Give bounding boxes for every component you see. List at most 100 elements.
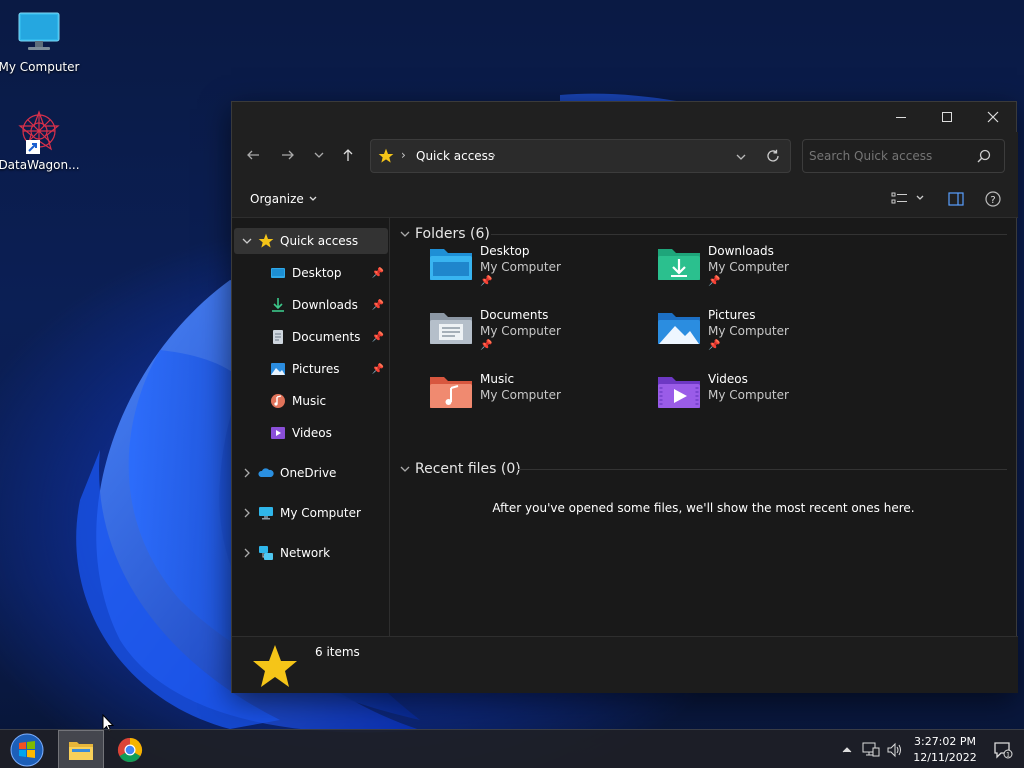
title-bar[interactable] (232, 102, 1016, 132)
chevron-right-icon (244, 508, 250, 518)
maximize-button[interactable] (924, 102, 970, 132)
breadcrumb-chevron-icon[interactable]: › (491, 148, 496, 162)
sidebar-item-quick-access[interactable]: Quick access (234, 228, 388, 254)
music-folder-icon (430, 377, 472, 408)
videos-folder-icon (658, 377, 700, 408)
folder-tile-documents[interactable]: Documents My Computer 📌 (429, 308, 649, 368)
pin-icon[interactable]: 📌 (372, 300, 384, 311)
folder-name: Downloads (708, 244, 774, 258)
recent-locations-button[interactable] (306, 142, 332, 168)
address-dropdown-icon[interactable] (735, 151, 747, 163)
sidebar-item-label: OneDrive (280, 466, 337, 480)
breadcrumb-quick-access[interactable]: Quick access (416, 149, 494, 163)
clock[interactable]: 3:27:02 PM 12/11/2022 (910, 730, 980, 768)
address-bar[interactable]: › Quick access › (370, 139, 791, 173)
search-icon[interactable] (977, 149, 991, 163)
pin-icon[interactable]: 📌 (372, 268, 384, 279)
close-button[interactable] (970, 102, 1016, 132)
search-box[interactable] (802, 139, 1005, 173)
svg-text:1: 1 (1006, 751, 1010, 758)
recent-files-group-header[interactable]: Recent files (0) (399, 459, 521, 479)
up-button[interactable] (335, 142, 361, 168)
sidebar-item-label: Quick access (280, 234, 359, 248)
folder-tile-videos[interactable]: Videos My Computer (657, 372, 877, 432)
folder-tile-downloads[interactable]: Downloads My Computer 📌 (657, 244, 877, 304)
forward-button[interactable] (275, 142, 301, 168)
network-icon (259, 546, 273, 560)
star-icon (258, 233, 274, 248)
chevron-right-icon (244, 468, 250, 478)
sidebar-item-videos[interactable]: Videos (234, 420, 388, 446)
folders-group-header[interactable]: Folders (6) (399, 224, 490, 244)
folder-name: Desktop (480, 244, 530, 258)
video-icon (271, 427, 285, 439)
chevron-down-icon (916, 195, 924, 200)
pin-icon: 📌 (480, 340, 493, 351)
arrow-right-icon (282, 150, 294, 160)
folder-location: My Computer (480, 324, 561, 338)
taskbar-chrome[interactable] (108, 730, 152, 768)
navigation-bar: › Quick access › (232, 132, 1018, 180)
sidebar-item-my-computer[interactable]: My Computer (234, 500, 388, 526)
folder-location: My Computer (708, 388, 789, 402)
pictures-folder-icon (658, 313, 700, 344)
sidebar-item-label: Documents (292, 330, 361, 344)
section-divider (491, 234, 1007, 235)
music-icon (271, 394, 285, 408)
back-button[interactable] (240, 142, 266, 168)
details-view-icon (891, 192, 907, 204)
documents-folder-icon (430, 313, 472, 344)
minimize-button[interactable] (878, 102, 924, 132)
section-divider (517, 469, 1007, 470)
folder-name: Pictures (708, 308, 756, 322)
network-tray-button[interactable] (860, 730, 882, 768)
folder-location: My Computer (480, 260, 561, 274)
volume-tray-button[interactable] (884, 730, 906, 768)
pin-icon: 📌 (708, 276, 721, 287)
folder-tile-pictures[interactable]: Pictures My Computer 📌 (657, 308, 877, 368)
pin-icon[interactable]: 📌 (372, 332, 384, 343)
picture-icon (271, 363, 285, 375)
sidebar-item-downloads[interactable]: Downloads 📌 (234, 292, 388, 318)
organize-menu[interactable]: Organize (250, 192, 318, 206)
navigation-pane: Quick access Desktop 📌 Downloads 📌 Docum… (232, 218, 390, 636)
chevron-down-icon (309, 196, 317, 201)
taskbar: 3:27:02 PM 12/11/2022 1 (0, 729, 1024, 768)
recent-empty-message: After you've opened some files, we'll sh… (492, 501, 915, 515)
chevron-down-icon (242, 238, 252, 244)
sidebar-item-documents[interactable]: Documents 📌 (234, 324, 388, 350)
search-input[interactable] (809, 146, 969, 166)
datawagon-app-icon (16, 108, 62, 154)
desktop-icon-datawagon[interactable]: DataWagon... (0, 108, 80, 172)
folder-name: Music (480, 372, 515, 386)
help-icon[interactable]: ? (985, 191, 1001, 207)
sidebar-item-network[interactable]: Network (234, 540, 388, 566)
view-options-button[interactable] (891, 191, 925, 205)
monitor-icon (259, 507, 273, 520)
folder-location: My Computer (480, 388, 561, 402)
sidebar-item-pictures[interactable]: Pictures 📌 (234, 356, 388, 382)
file-explorer-window: › Quick access › Organize ? (231, 101, 1018, 693)
sidebar-item-onedrive[interactable]: OneDrive (234, 460, 388, 486)
pin-icon[interactable]: 📌 (372, 364, 384, 375)
desktop-icon-label: DataWagon... (0, 158, 80, 172)
pin-icon: 📌 (708, 340, 721, 351)
notification-icon: 1 (994, 741, 1013, 759)
sidebar-item-music[interactable]: Music (234, 388, 388, 414)
chevron-down-icon (400, 231, 410, 237)
sidebar-item-desktop[interactable]: Desktop 📌 (234, 260, 388, 286)
desktop-icon-label: My Computer (0, 60, 80, 74)
chrome-icon (117, 737, 143, 762)
folder-tile-music[interactable]: Music My Computer (429, 372, 649, 432)
desktop-icon-my-computer[interactable]: My Computer (0, 10, 80, 74)
breadcrumb-separator-icon: › (401, 148, 406, 162)
show-hidden-icons-button[interactable] (838, 730, 856, 768)
folder-tile-desktop[interactable]: Desktop My Computer 📌 (429, 244, 649, 304)
minimize-icon (896, 117, 906, 118)
action-center-button[interactable]: 1 (988, 730, 1018, 768)
taskbar-file-explorer[interactable] (58, 730, 104, 768)
start-button[interactable] (4, 730, 50, 768)
refresh-icon[interactable] (766, 149, 780, 163)
folders-header-label: Folders (6) (415, 226, 490, 242)
preview-pane-icon[interactable] (948, 192, 964, 206)
